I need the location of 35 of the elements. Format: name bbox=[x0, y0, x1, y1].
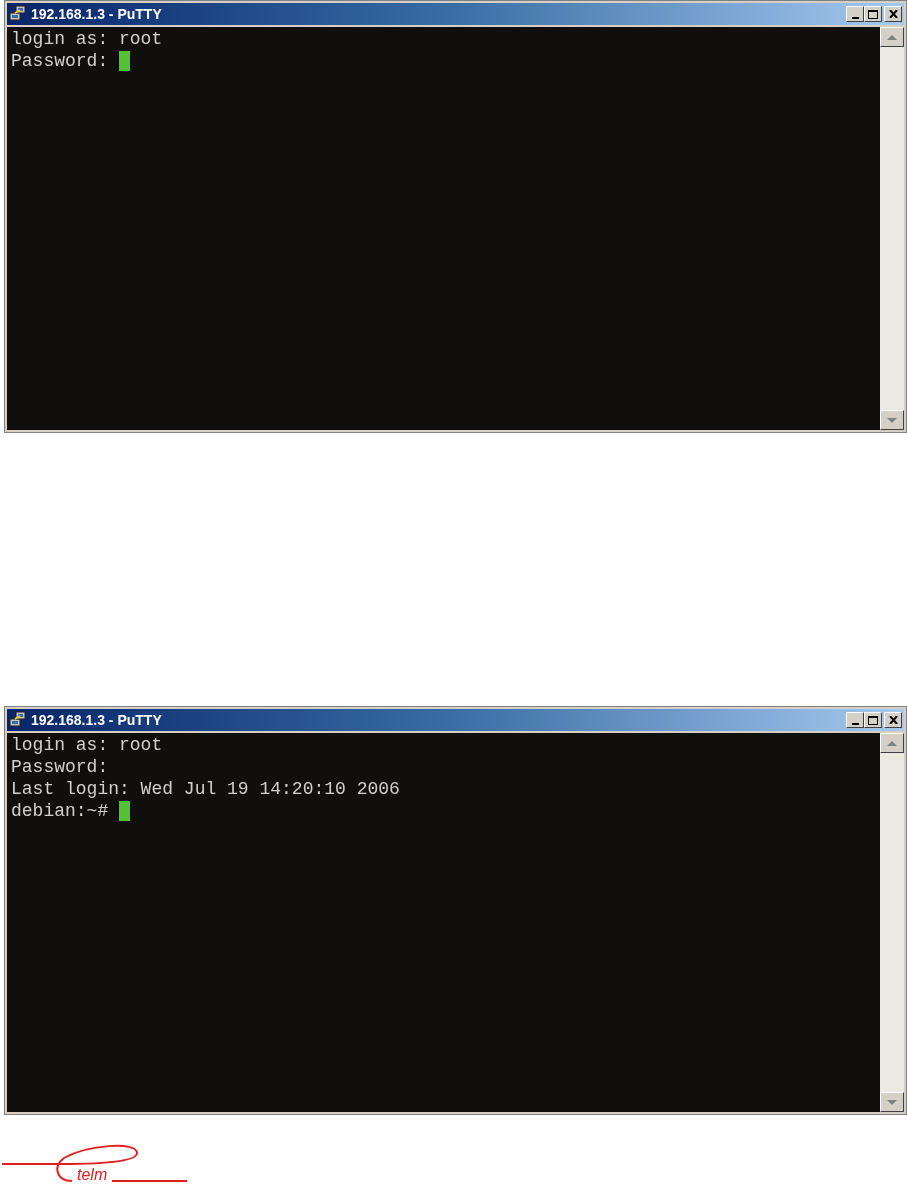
computer-icon bbox=[9, 711, 27, 729]
terminal-screen[interactable]: login as: root Password: bbox=[7, 27, 880, 430]
close-button[interactable] bbox=[884, 712, 902, 728]
close-icon bbox=[888, 716, 898, 724]
minimize-button[interactable] bbox=[846, 712, 864, 728]
terminal-screen[interactable]: login as: root Password: Last login: Wed Jul 19 14:20:10 2006 debian:~# bbox=[7, 733, 880, 1112]
terminal-line: login as: root bbox=[11, 734, 163, 756]
computer-icon bbox=[9, 5, 27, 23]
terminal-line: debian:~# bbox=[11, 800, 110, 822]
scroll-up-button[interactable] bbox=[880, 733, 904, 753]
up-arrow-icon bbox=[887, 34, 897, 40]
close-icon bbox=[888, 10, 898, 18]
scroll-down-button[interactable] bbox=[880, 410, 904, 430]
scrollbar[interactable] bbox=[880, 27, 904, 430]
maximize-button[interactable] bbox=[864, 6, 882, 22]
maximize-button[interactable] bbox=[864, 712, 882, 728]
minimize-button[interactable] bbox=[846, 6, 864, 22]
scrollbar[interactable] bbox=[880, 733, 904, 1112]
maximize-icon bbox=[868, 9, 878, 19]
terminal-line: Last login: Wed Jul 19 14:20:10 2006 bbox=[11, 778, 400, 800]
minimize-icon bbox=[851, 17, 859, 19]
close-button[interactable] bbox=[884, 6, 902, 22]
terminal-line: Password: bbox=[11, 756, 109, 778]
scroll-up-button[interactable] bbox=[880, 27, 904, 47]
down-arrow-icon bbox=[887, 417, 897, 423]
minimize-icon bbox=[851, 723, 859, 725]
scroll-down-button[interactable] bbox=[880, 1092, 904, 1112]
terminal-line: Password: bbox=[11, 50, 110, 72]
window-title: 192.168.1.3 - PuTTY bbox=[31, 710, 162, 730]
window-title: 192.168.1.3 - PuTTY bbox=[31, 4, 162, 24]
maximize-icon bbox=[868, 715, 878, 725]
logo-text: telm bbox=[77, 1167, 108, 1183]
up-arrow-icon bbox=[887, 740, 897, 746]
terminal-line: login as: root bbox=[11, 28, 163, 50]
down-arrow-icon bbox=[887, 1099, 897, 1105]
